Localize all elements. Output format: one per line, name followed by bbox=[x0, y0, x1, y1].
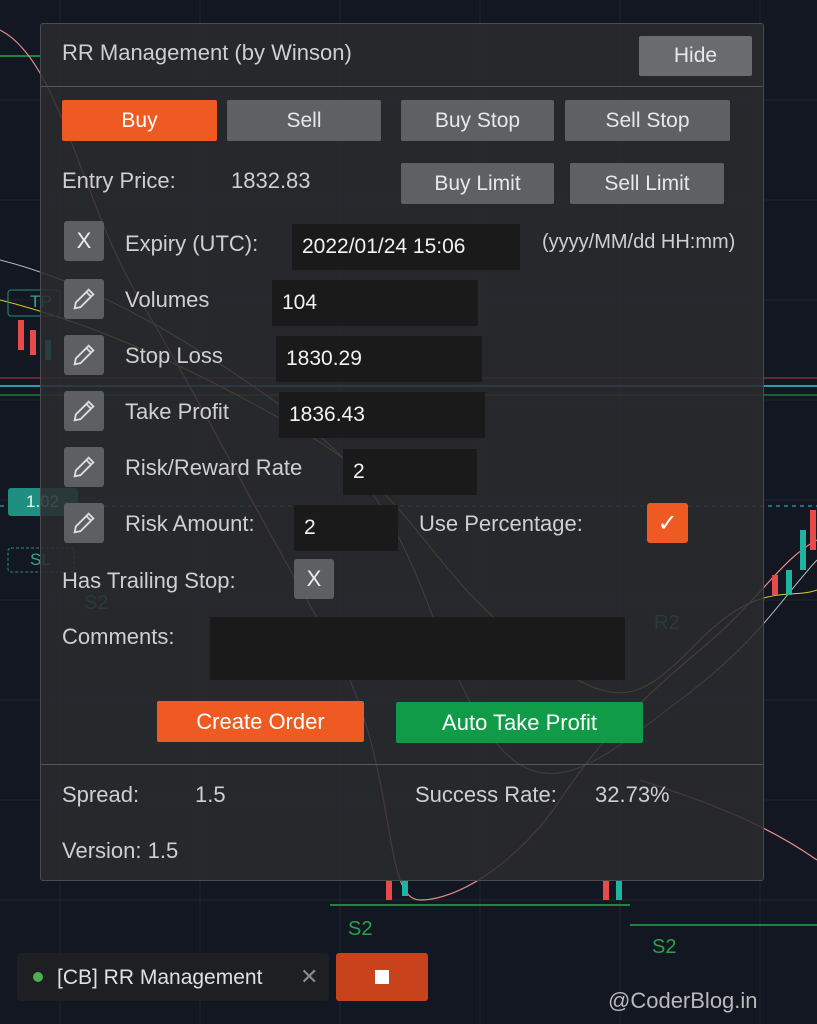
stop-loss-input[interactable]: 1830.29 bbox=[276, 336, 482, 382]
spread-value: 1.5 bbox=[195, 782, 226, 807]
take-profit-edit-button[interactable] bbox=[64, 391, 104, 431]
pencil-icon bbox=[73, 344, 95, 366]
take-profit-input[interactable]: 1836.43 bbox=[279, 392, 485, 438]
pencil-icon bbox=[73, 288, 95, 310]
sell-stop-button[interactable]: Sell Stop bbox=[565, 100, 730, 141]
risk-reward-edit-button[interactable] bbox=[64, 447, 104, 487]
expiry-input[interactable]: 2022/01/24 15:06 bbox=[292, 224, 520, 270]
sell-button[interactable]: Sell bbox=[227, 100, 381, 141]
sell-limit-button[interactable]: Sell Limit bbox=[570, 163, 724, 204]
title-divider bbox=[41, 86, 763, 87]
buy-button[interactable]: Buy bbox=[62, 100, 217, 141]
risk-amount-input[interactable]: 2 bbox=[294, 505, 398, 551]
entry-price-label: Entry Price: bbox=[62, 168, 176, 193]
entry-price-value: 1832.83 bbox=[231, 168, 311, 193]
success-rate-value: 32.73% bbox=[595, 782, 670, 807]
comments-label: Comments: bbox=[62, 624, 175, 649]
risk-amount-edit-button[interactable] bbox=[64, 503, 104, 543]
hide-button[interactable]: Hide bbox=[639, 36, 752, 76]
risk-reward-label: Risk/Reward Rate bbox=[125, 455, 303, 480]
success-rate-label: Success Rate: bbox=[415, 782, 557, 807]
comments-input[interactable] bbox=[210, 617, 625, 680]
chart-label-s2: S2 bbox=[652, 936, 677, 958]
rr-management-panel: RR Management (by Winson) Hide Buy Sell … bbox=[40, 23, 764, 881]
spread-label: Spread: bbox=[62, 782, 140, 807]
auto-take-profit-button[interactable]: Auto Take Profit bbox=[396, 702, 643, 743]
volumes-input[interactable]: 104 bbox=[272, 280, 478, 326]
status-dot bbox=[33, 972, 43, 982]
stop-loss-edit-button[interactable] bbox=[64, 335, 104, 375]
expiry-format-hint: (yyyy/MM/dd HH:mm) bbox=[542, 231, 736, 253]
version-label: Version: 1.5 bbox=[62, 838, 179, 863]
take-profit-label: Take Profit bbox=[125, 399, 229, 424]
pencil-icon bbox=[73, 456, 95, 478]
trailing-stop-label: Has Trailing Stop: bbox=[62, 568, 236, 593]
footer-divider bbox=[41, 764, 763, 765]
risk-amount-label: Risk Amount: bbox=[125, 511, 255, 536]
trailing-stop-toggle[interactable]: X bbox=[294, 559, 334, 599]
indicator-tab[interactable]: [CB] RR Management ✕ bbox=[17, 953, 329, 1001]
buy-stop-button[interactable]: Buy Stop bbox=[401, 100, 554, 141]
pencil-icon bbox=[73, 400, 95, 422]
chart-label-s2: S2 bbox=[348, 918, 373, 940]
panel-title: RR Management (by Winson) bbox=[62, 40, 352, 65]
stop-button[interactable] bbox=[336, 953, 428, 1001]
pencil-icon bbox=[73, 512, 95, 534]
use-percentage-label: Use Percentage: bbox=[419, 511, 583, 536]
expiry-label: Expiry (UTC): bbox=[125, 231, 259, 256]
volumes-label: Volumes bbox=[125, 287, 210, 312]
expiry-toggle-button[interactable]: X bbox=[64, 221, 104, 261]
watermark: @CoderBlog.in bbox=[608, 988, 758, 1013]
risk-reward-input[interactable]: 2 bbox=[343, 449, 477, 495]
buy-limit-button[interactable]: Buy Limit bbox=[401, 163, 554, 204]
indicator-tab-label: [CB] RR Management bbox=[57, 966, 263, 989]
use-percentage-checkbox[interactable]: ✓ bbox=[647, 503, 688, 543]
volumes-edit-button[interactable] bbox=[64, 279, 104, 319]
stop-loss-label: Stop Loss bbox=[125, 343, 223, 368]
stop-icon bbox=[375, 970, 389, 984]
create-order-button[interactable]: Create Order bbox=[157, 701, 364, 742]
close-icon[interactable]: ✕ bbox=[300, 964, 318, 990]
